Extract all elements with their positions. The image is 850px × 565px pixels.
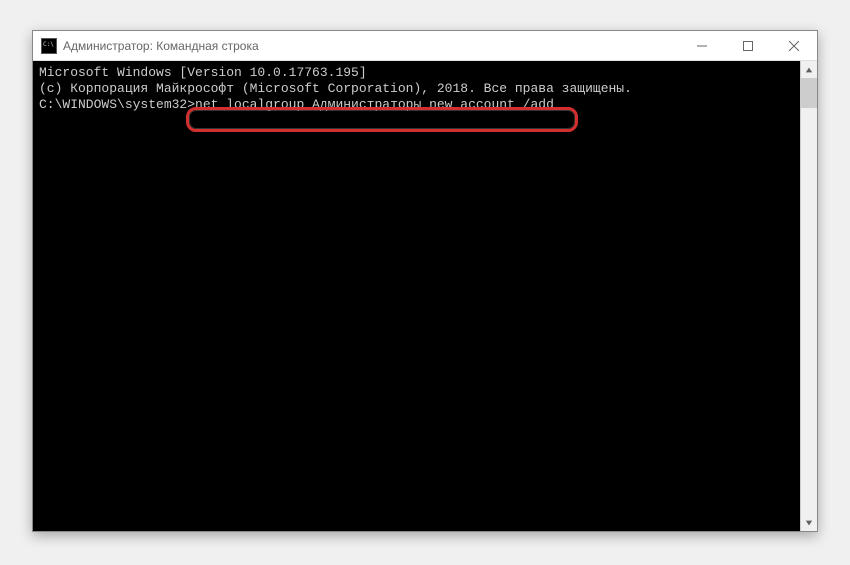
window-title: Администратор: Командная строка [63, 39, 679, 53]
terminal-output-line: Microsoft Windows [Version 10.0.17763.19… [39, 65, 794, 81]
prompt-text: C:\WINDOWS\system32> [39, 97, 195, 113]
vertical-scrollbar[interactable] [800, 61, 817, 531]
cmd-icon [41, 38, 57, 54]
scroll-up-button[interactable] [801, 61, 817, 78]
cmd-window: Администратор: Командная строка Microsof… [32, 30, 818, 532]
titlebar[interactable]: Администратор: Командная строка [33, 31, 817, 61]
terminal-output-line: (c) Корпорация Майкрософт (Microsoft Cor… [39, 81, 794, 97]
scroll-down-button[interactable] [801, 514, 817, 531]
terminal-area: Microsoft Windows [Version 10.0.17763.19… [33, 61, 817, 531]
scroll-thumb[interactable] [801, 78, 817, 108]
command-text: net localgroup Администраторы new_accoun… [195, 97, 554, 113]
close-button[interactable] [771, 31, 817, 60]
window-controls [679, 31, 817, 60]
terminal[interactable]: Microsoft Windows [Version 10.0.17763.19… [33, 61, 800, 531]
minimize-button[interactable] [679, 31, 725, 60]
prompt-line: C:\WINDOWS\system32>net localgroup Админ… [39, 97, 794, 113]
maximize-button[interactable] [725, 31, 771, 60]
